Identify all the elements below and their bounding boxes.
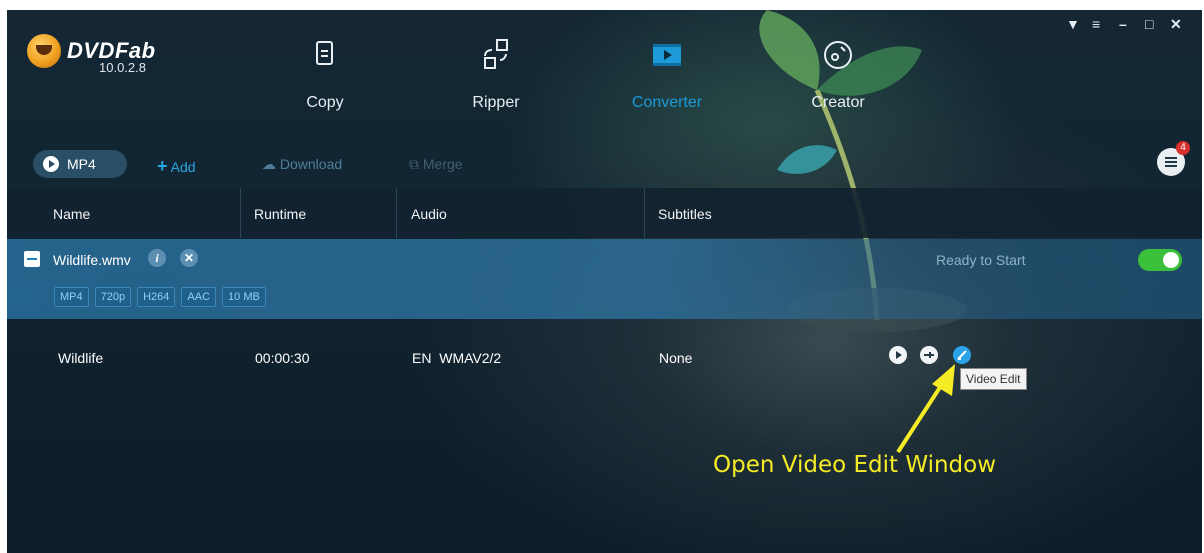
collapse-checkbox[interactable] — [24, 251, 40, 267]
header-name[interactable]: Name — [53, 206, 90, 222]
close-icon[interactable]: ✕ — [1170, 16, 1182, 32]
header-subtitles[interactable]: Subtitles — [658, 206, 712, 222]
module-tab-copy[interactable]: Copy — [270, 38, 380, 111]
remove-icon[interactable]: ✕ — [180, 249, 198, 267]
add-button[interactable]: + Add — [157, 156, 196, 177]
tag-video-codec[interactable]: H264 — [137, 287, 176, 307]
list-icon — [1165, 157, 1177, 159]
info-icon[interactable]: i — [148, 249, 166, 267]
converter-icon — [653, 44, 681, 66]
status-text: Ready to Start — [936, 252, 1026, 268]
creator-icon — [824, 41, 852, 69]
title-runtime: 00:00:30 — [255, 350, 310, 366]
module-tab-creator[interactable]: Creator — [783, 38, 893, 111]
module-label-ripper: Ripper — [472, 94, 520, 111]
minimize-icon[interactable]: – — [1119, 16, 1127, 32]
header-runtime[interactable]: Runtime — [254, 206, 306, 222]
cloud-download-icon: ☁ — [262, 156, 276, 172]
dvdfab-window: ▼ ≡ – □ ✕ DVDFab 10.0.2.8 Copy Ripper Co… — [7, 10, 1202, 553]
title-name: Wildlife — [58, 350, 104, 366]
add-label: Add — [170, 159, 196, 175]
table-header: Name Runtime Audio Subtitles — [7, 188, 1202, 238]
module-tab-ripper[interactable]: Ripper — [441, 38, 551, 111]
download-label: Download — [279, 156, 343, 172]
title-audio[interactable]: EN WMAV2/2 — [412, 350, 501, 366]
app-version: 10.0.2.8 — [99, 60, 146, 75]
merge-label: Merge — [422, 156, 463, 172]
title-subtitles[interactable]: None — [659, 350, 692, 366]
module-tab-converter[interactable]: Converter — [612, 38, 722, 111]
task-count-badge: 4 — [1176, 141, 1190, 155]
file-row[interactable]: Wildlife.wmv i ✕ MP4 720p H264 AAC 10 MB Rea… — [7, 239, 1202, 319]
module-label-creator: Creator — [811, 94, 865, 111]
module-label-copy: Copy — [306, 94, 344, 111]
annotation-label: Open Video Edit Window — [713, 452, 997, 478]
merge-button[interactable]: ⧉ Merge — [409, 156, 463, 173]
copy-icon — [316, 41, 333, 65]
pin-icon[interactable]: ▼ — [1066, 16, 1080, 32]
enable-toggle[interactable] — [1138, 249, 1182, 271]
profile-tags: MP4 720p H264 AAC 10 MB — [54, 287, 272, 307]
file-name: Wildlife.wmv — [53, 252, 131, 268]
output-profile-label: MP4 — [67, 156, 96, 172]
tag-container[interactable]: MP4 — [54, 287, 89, 307]
maximize-icon[interactable]: □ — [1145, 16, 1153, 32]
module-label-converter: Converter — [631, 94, 703, 111]
download-button[interactable]: ☁ Download — [262, 156, 342, 173]
merge-icon: ⧉ — [409, 156, 419, 172]
output-profile-button[interactable]: MP4 — [33, 150, 127, 178]
menu-icon[interactable]: ≡ — [1092, 16, 1100, 32]
play-circle-icon — [43, 156, 59, 172]
plus-icon: + — [157, 156, 168, 176]
ripper-icon — [484, 39, 508, 69]
tag-size[interactable]: 10 MB — [222, 287, 266, 307]
tag-audio-codec[interactable]: AAC — [181, 287, 217, 307]
header-audio[interactable]: Audio — [411, 206, 447, 222]
dvdfab-logo-icon — [27, 34, 61, 68]
tag-resolution[interactable]: 720p — [94, 287, 132, 307]
